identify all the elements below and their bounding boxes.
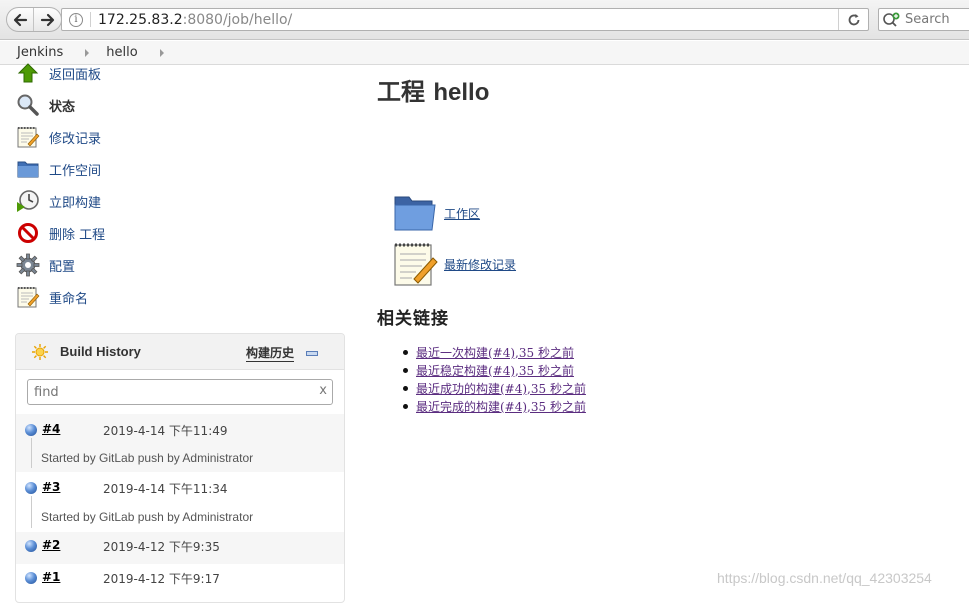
workspace-link-row: 工作区 bbox=[392, 190, 480, 236]
list-item: 最近一次构建(#4),35 秒之前 bbox=[403, 343, 586, 361]
forward-arrow-icon bbox=[40, 13, 54, 26]
build-row: #4 2019-4-14 下午11:49 Started by GitLab p… bbox=[16, 414, 344, 472]
build-number-link[interactable]: #2 bbox=[42, 538, 60, 552]
build-trend-link[interactable]: 构建历史 bbox=[246, 344, 295, 362]
reload-button[interactable] bbox=[838, 9, 868, 30]
search-bar[interactable]: Search bbox=[878, 8, 969, 31]
url-host: 172.25.83.2 bbox=[98, 11, 183, 28]
no-entry-icon bbox=[16, 221, 40, 245]
folder-icon[interactable] bbox=[392, 190, 438, 236]
task-label: 状态 bbox=[49, 99, 76, 115]
build-time: 2019-4-14 下午11:49 bbox=[103, 424, 228, 438]
workspace-link[interactable]: 工作区 bbox=[444, 205, 480, 222]
build-status-ball-icon[interactable] bbox=[25, 540, 37, 552]
build-time: 2019-4-14 下午11:34 bbox=[103, 482, 228, 496]
url-text[interactable]: 172.25.83.2:8080/job/hello/ bbox=[98, 12, 292, 28]
permalink-last-completed-build[interactable]: 最近完成的构建(#4),35 秒之前 bbox=[416, 398, 586, 415]
build-description: Started by GitLab push by Administrator bbox=[41, 510, 254, 524]
build-row: #3 2019-4-14 下午11:34 Started by GitLab p… bbox=[16, 472, 344, 532]
build-row: #1 2019-4-12 下午9:17 bbox=[16, 564, 344, 598]
back-arrow-icon bbox=[13, 13, 28, 26]
build-number-link[interactable]: #1 bbox=[42, 570, 60, 584]
task-build-now[interactable]: 立即构建 bbox=[16, 188, 101, 214]
nav-buttons bbox=[6, 7, 62, 32]
task-label: 立即构建 bbox=[49, 195, 102, 211]
folder-icon bbox=[16, 157, 40, 181]
task-label: 工作空间 bbox=[49, 163, 102, 179]
back-button[interactable] bbox=[7, 8, 34, 31]
build-history-title: Build History bbox=[60, 344, 141, 359]
task-label: 删除 工程 bbox=[49, 227, 106, 243]
list-item: 最近完成的构建(#4),35 秒之前 bbox=[403, 397, 586, 415]
permalinks-list: 最近一次构建(#4),35 秒之前 最近稳定构建(#4),35 秒之前 最近成功… bbox=[403, 343, 586, 415]
page-title-name: hello bbox=[433, 79, 490, 106]
permalinks-title: 相关链接 bbox=[377, 309, 449, 329]
task-back-to-dashboard[interactable]: 返回面板 bbox=[16, 60, 101, 86]
build-connector bbox=[31, 438, 32, 468]
bullet bbox=[403, 349, 408, 355]
build-history-panel: Build History 构建历史 x #4 2019-4-14 下午11:4… bbox=[15, 333, 345, 603]
permalink-last-stable-build[interactable]: 最近稳定构建(#4),35 秒之前 bbox=[416, 362, 574, 379]
task-label: 修改记录 bbox=[49, 131, 102, 147]
build-description: Started by GitLab push by Administrator bbox=[41, 451, 254, 465]
task-status[interactable]: 状态 bbox=[16, 92, 75, 118]
permalink-last-successful-build[interactable]: 最近成功的构建(#4),35 秒之前 bbox=[416, 380, 586, 397]
build-number-link[interactable]: #3 bbox=[42, 480, 60, 494]
notepad-icon[interactable] bbox=[392, 241, 438, 287]
info-icon[interactable]: i bbox=[69, 12, 83, 27]
notepad-icon bbox=[16, 125, 40, 149]
browser-toolbar: i 172.25.83.2:8080/job/hello/ Search bbox=[0, 0, 969, 40]
forward-button[interactable] bbox=[34, 8, 61, 31]
breadcrumb: Jenkins hello bbox=[0, 41, 969, 65]
build-number-link[interactable]: #4 bbox=[42, 422, 60, 436]
task-changes[interactable]: 修改记录 bbox=[16, 124, 101, 150]
breadcrumb-chevron-icon[interactable] bbox=[159, 48, 164, 57]
bullet bbox=[403, 403, 408, 409]
build-time: 2019-4-12 下午9:35 bbox=[103, 540, 220, 554]
clear-search-button[interactable]: x bbox=[319, 383, 327, 398]
task-workspace[interactable]: 工作空间 bbox=[16, 156, 101, 182]
build-time: 2019-4-12 下午9:17 bbox=[103, 572, 220, 586]
list-item: 最近成功的构建(#4),35 秒之前 bbox=[403, 379, 586, 397]
task-label: 返回面板 bbox=[49, 67, 102, 83]
notepad-icon bbox=[16, 285, 40, 309]
page-title: 工程 hello bbox=[377, 72, 489, 107]
page-title-prefix: 工程 bbox=[377, 77, 425, 106]
sun-icon bbox=[32, 343, 48, 360]
magnifier-icon bbox=[16, 93, 40, 117]
search-engine-icon bbox=[883, 12, 900, 27]
task-configure[interactable]: 配置 bbox=[16, 252, 75, 278]
search-placeholder: Search bbox=[905, 12, 950, 27]
watermark: https://blog.csdn.net/qq_42303254 bbox=[717, 570, 932, 586]
recent-changes-link[interactable]: 最新修改记录 bbox=[444, 256, 516, 273]
clock-play-icon bbox=[16, 189, 40, 213]
url-separator bbox=[90, 12, 91, 27]
reload-icon bbox=[848, 13, 859, 25]
build-status-ball-icon[interactable] bbox=[25, 572, 37, 584]
build-history-header: Build History 构建历史 bbox=[16, 334, 344, 370]
list-item: 最近稳定构建(#4),35 秒之前 bbox=[403, 361, 586, 379]
task-delete-project[interactable]: 删除 工程 bbox=[16, 220, 105, 246]
build-connector bbox=[31, 496, 32, 528]
bullet bbox=[403, 367, 408, 373]
build-search-input[interactable] bbox=[34, 381, 314, 403]
build-status-ball-icon[interactable] bbox=[25, 482, 37, 494]
collapse-icon[interactable] bbox=[306, 351, 318, 356]
task-label: 重命名 bbox=[49, 291, 89, 307]
breadcrumb-jenkins[interactable]: Jenkins bbox=[0, 45, 63, 60]
bullet bbox=[403, 385, 408, 391]
breadcrumb-hello[interactable]: hello bbox=[89, 45, 137, 60]
gear-icon bbox=[16, 253, 40, 277]
build-search-box: x bbox=[27, 379, 333, 405]
task-rename[interactable]: 重命名 bbox=[16, 284, 88, 310]
task-label: 配置 bbox=[49, 259, 76, 275]
up-arrow-icon bbox=[16, 61, 40, 85]
permalink-last-build[interactable]: 最近一次构建(#4),35 秒之前 bbox=[416, 344, 574, 361]
build-row: #2 2019-4-12 下午9:35 bbox=[16, 532, 344, 564]
changes-link-row: 最新修改记录 bbox=[392, 241, 516, 287]
url-bar[interactable]: i 172.25.83.2:8080/job/hello/ bbox=[61, 8, 869, 31]
build-status-ball-icon[interactable] bbox=[25, 424, 37, 436]
url-path: :8080/job/hello/ bbox=[182, 11, 293, 28]
